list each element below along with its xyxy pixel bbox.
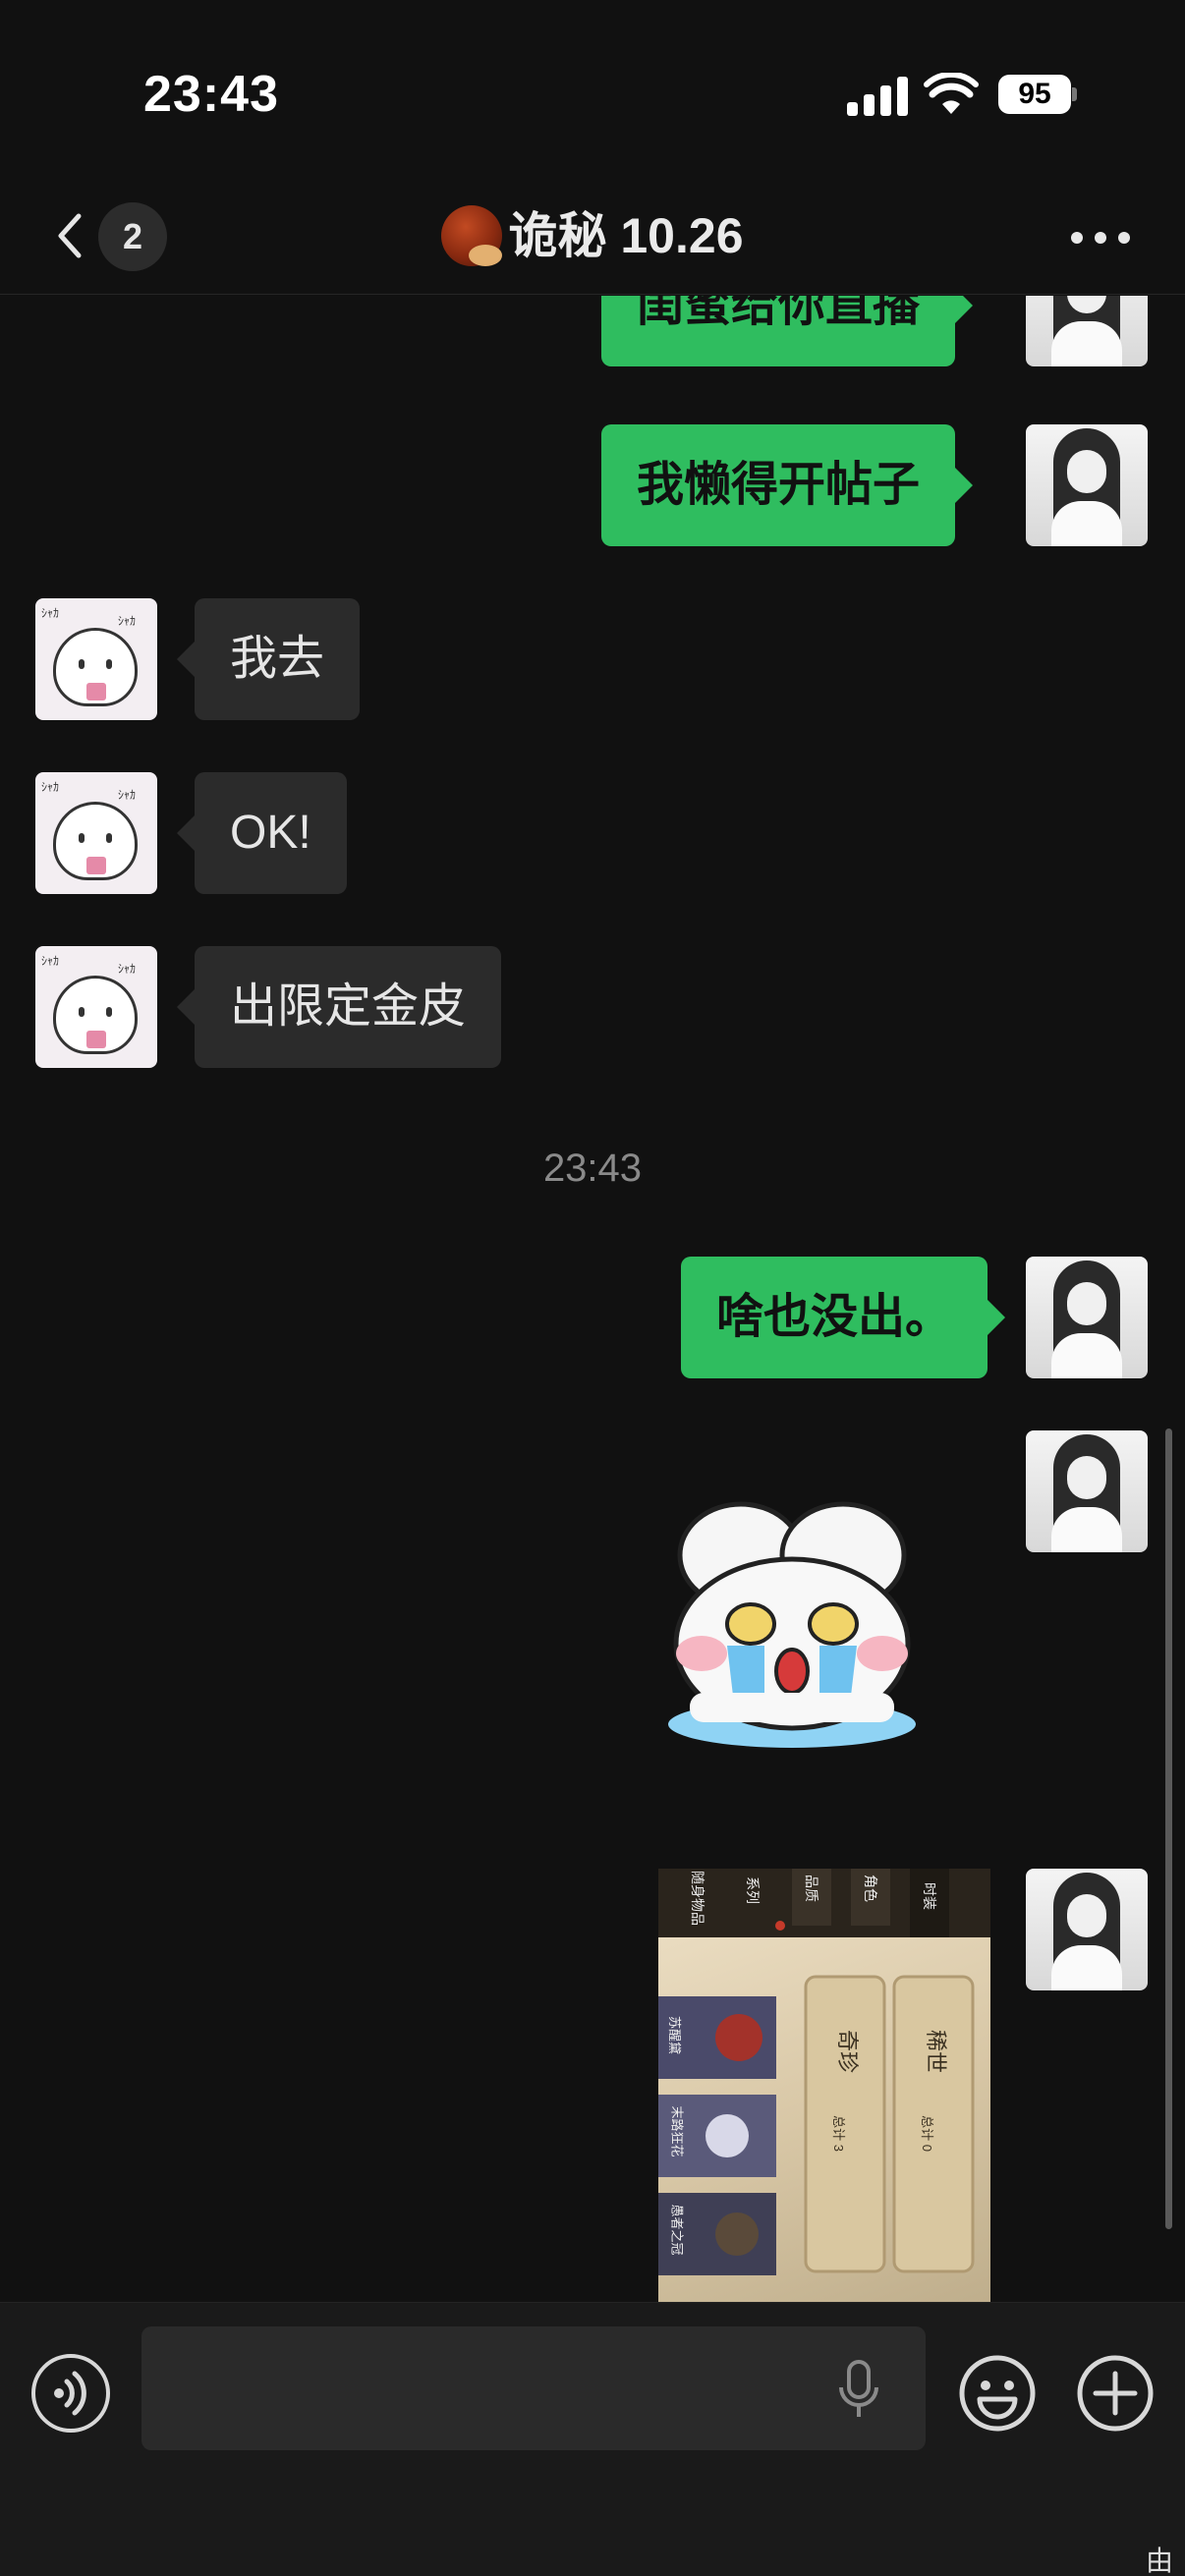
corner-glyph: 由 <box>1146 2546 1174 2576</box>
outgoing-message[interactable]: 啥也没出。 <box>681 1257 1006 1378</box>
photo-tab-label: 时装 <box>922 1882 937 1910</box>
photo-item-label: 愚者之冠 <box>669 2204 685 2256</box>
message-input[interactable] <box>141 2326 926 2450</box>
chevron-left-icon <box>58 213 82 258</box>
status-bar: 23:43 95 <box>0 0 1185 177</box>
photo-card-title: 稀世 <box>924 2029 949 2074</box>
my-avatar[interactable] <box>1026 424 1148 546</box>
incoming-message[interactable]: 出限定金皮 <box>176 946 502 1068</box>
timestamp-divider: 23:43 <box>542 1147 643 1190</box>
photo-tab-label: 品质 <box>804 1875 819 1902</box>
photo-item-label: 末路狂花 <box>669 2105 685 2157</box>
unread-count-badge: 2 <box>98 202 167 271</box>
voice-input-button[interactable] <box>31 2354 110 2433</box>
my-avatar[interactable] <box>1026 296 1148 366</box>
my-avatar[interactable] <box>1026 1257 1148 1378</box>
chat-title: 诡秘 10.26 <box>0 177 1185 295</box>
incoming-message[interactable]: OK! <box>177 772 347 894</box>
input-bar <box>0 2302 1185 2576</box>
cellular-signal-icon <box>847 75 908 116</box>
microphone-icon[interactable] <box>837 2360 880 2421</box>
photo-card-subtitle: 总计 3 <box>830 2115 846 2152</box>
photo-tab-label: 系列 <box>745 1876 761 1904</box>
photo-tab-label: 随身物品 <box>690 1871 705 1926</box>
battery-percent: 95 <box>998 75 1071 114</box>
scrollbar[interactable] <box>1165 1428 1172 2229</box>
chat-header: 诡秘 10.26 2 <box>0 177 1185 295</box>
battery-icon: 95 <box>998 75 1077 114</box>
photo-tab-label: 角色 <box>863 1875 878 1902</box>
message-list[interactable]: 闺蜜给你直播 我懒得开帖子 ｼｬｶ ｼｬｶ 我去 ｼｬｶ ｼｬｶ OK! ｼｬｶ ｼｬ… <box>0 296 1185 2302</box>
photo-card-subtitle: 总计 0 <box>919 2115 934 2152</box>
outgoing-message[interactable]: 闺蜜给你直播 <box>601 296 974 366</box>
outgoing-message[interactable]: 我懒得开帖子 <box>601 424 974 546</box>
chat-title-text: 诡秘 10.26 <box>508 208 744 263</box>
wifi-icon <box>924 73 979 114</box>
plus-button[interactable] <box>1076 2354 1155 2433</box>
my-avatar[interactable] <box>1026 1430 1148 1552</box>
status-time: 23:43 <box>143 66 279 123</box>
more-options-button[interactable] <box>1061 212 1140 259</box>
photo-content <box>658 1869 990 2275</box>
friend-avatar[interactable]: ｼｬｶ ｼｬｶ <box>35 598 157 720</box>
emoji-button[interactable] <box>958 2354 1037 2433</box>
photo-item-label: 苏醒黛 <box>667 2015 683 2055</box>
crying-bunny-sticker[interactable] <box>654 1496 930 1752</box>
friend-avatar[interactable]: ｼｬｶ ｼｬｶ <box>35 946 157 1068</box>
my-avatar[interactable] <box>1026 1869 1148 1990</box>
chestnut-icon <box>441 205 503 266</box>
photo-card-title: 奇珍 <box>835 2029 861 2074</box>
incoming-message[interactable]: 我去 <box>176 598 361 720</box>
back-button[interactable]: 2 <box>39 200 169 271</box>
friend-avatar[interactable]: ｼｬｶ ｼｬｶ <box>35 772 157 894</box>
shared-photo[interactable]: 时装 角色 品质 系列 随身物品 稀世 总计 0 奇珍 总计 3 苏醒黛 末路狂… <box>658 1869 990 2302</box>
